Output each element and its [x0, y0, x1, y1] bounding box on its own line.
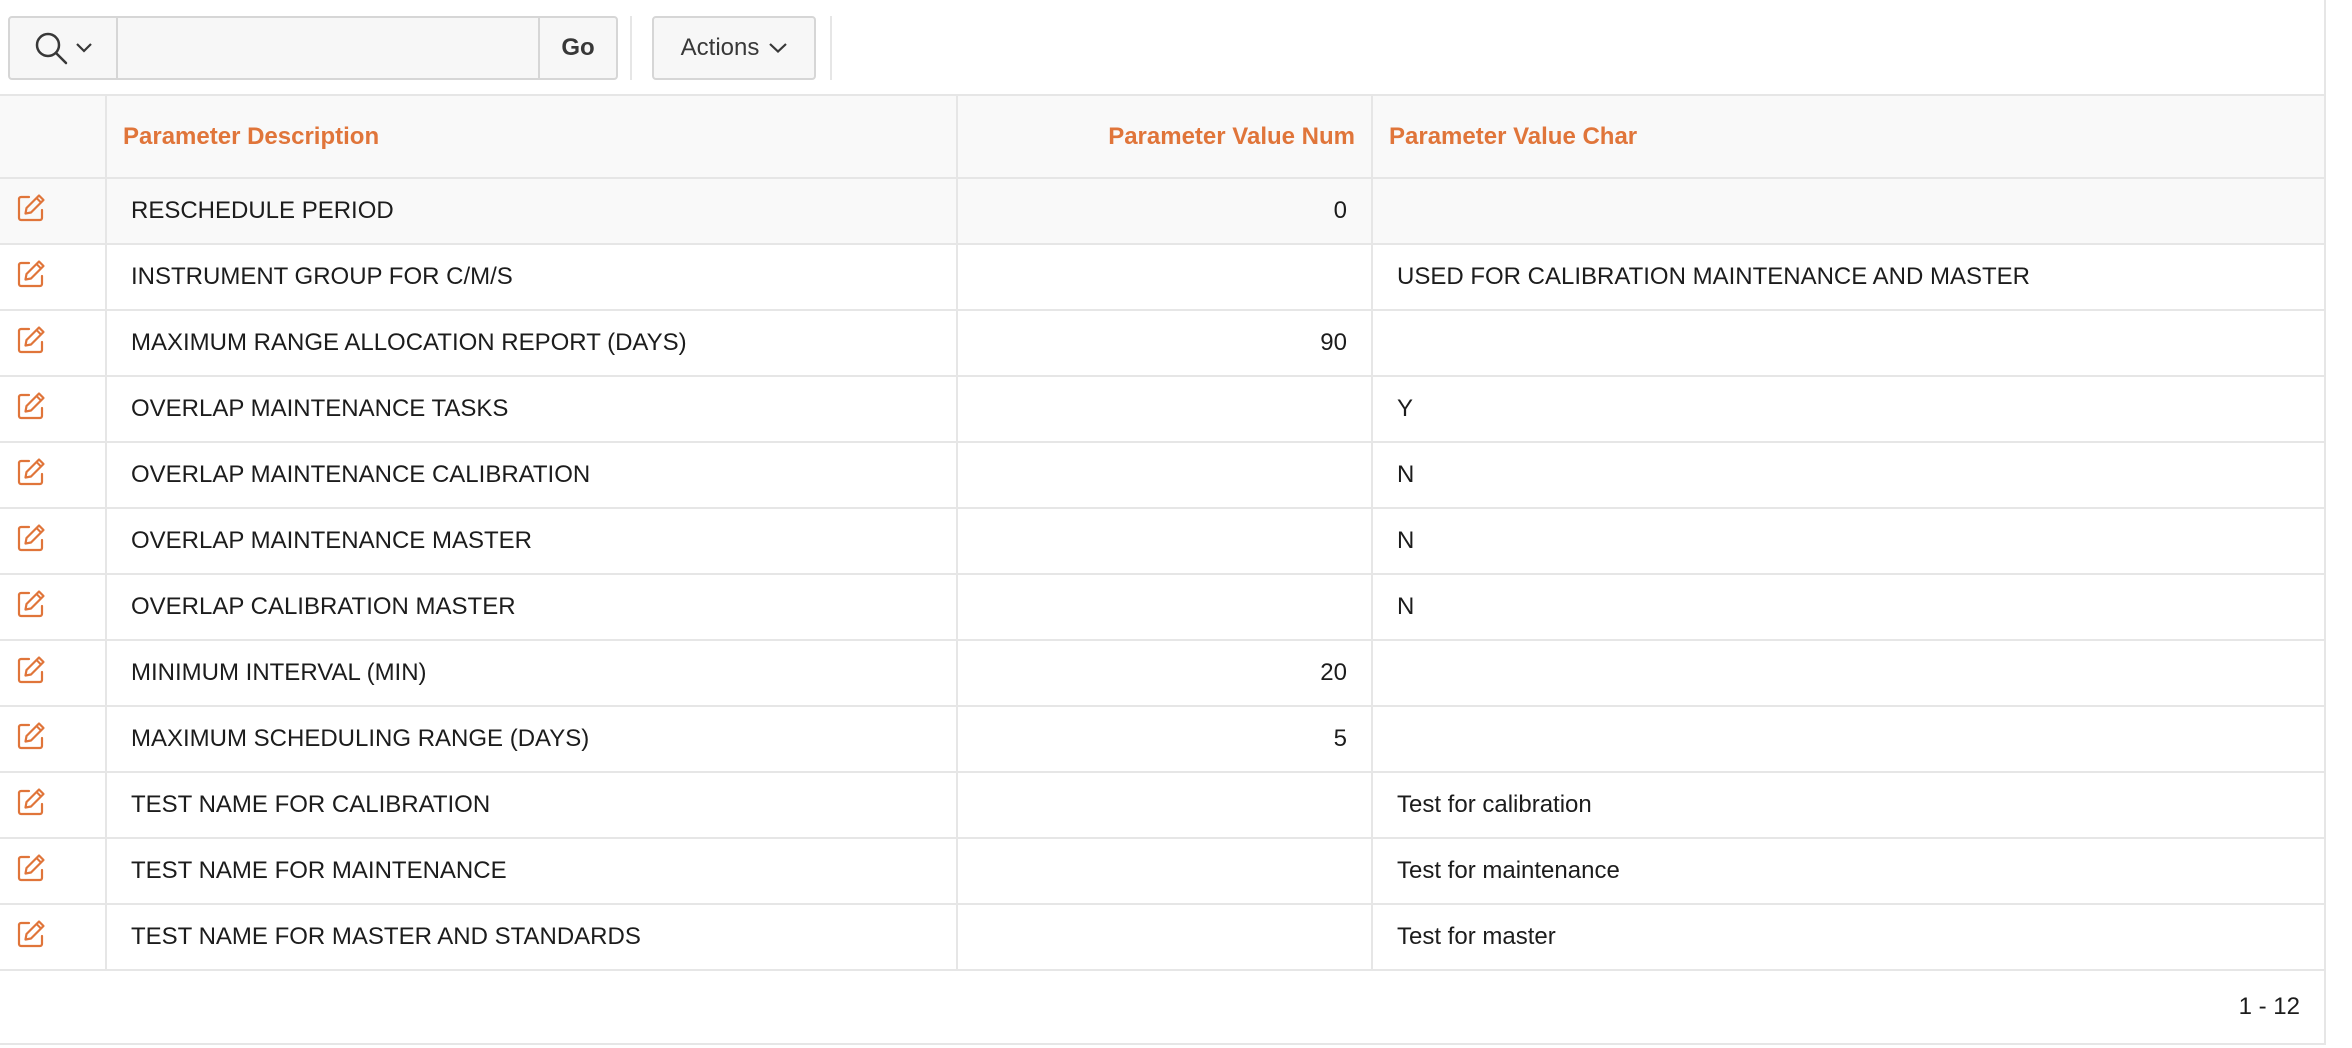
cell-parameter-value-num — [957, 244, 1373, 311]
cell-parameter-value-num — [957, 838, 1373, 905]
toolbar-divider — [830, 16, 832, 80]
table-row: OVERLAP MAINTENANCE CALIBRATION N — [0, 442, 2324, 509]
chevron-down-icon — [769, 43, 788, 53]
table-row: MINIMUM INTERVAL (MIN) 20 — [0, 640, 2324, 707]
search-icon — [34, 31, 68, 65]
edit-cell — [0, 376, 107, 443]
column-header-parameter-value-num[interactable]: Parameter Value Num — [957, 96, 1373, 179]
edit-icon[interactable] — [16, 325, 46, 355]
table-row: TEST NAME FOR CALIBRATION Test for calib… — [0, 772, 2324, 839]
column-header-parameter-value-char[interactable]: Parameter Value Char — [1372, 96, 2324, 179]
edit-icon[interactable] — [16, 193, 46, 223]
report-toolbar: Go Actions — [0, 0, 2324, 96]
cell-parameter-value-num: 90 — [957, 310, 1373, 377]
edit-cell — [0, 838, 107, 905]
cell-parameter-value-num — [957, 904, 1373, 971]
edit-cell — [0, 574, 107, 641]
cell-parameter-description: OVERLAP MAINTENANCE MASTER — [106, 508, 958, 575]
cell-parameter-value-char — [1372, 640, 2324, 707]
cell-parameter-description: OVERLAP CALIBRATION MASTER — [106, 574, 958, 641]
cell-parameter-value-char — [1372, 706, 2324, 773]
edit-icon[interactable] — [16, 853, 46, 883]
edit-cell — [0, 178, 107, 245]
edit-cell — [0, 640, 107, 707]
interactive-report: Go Actions Parameter Description Paramet… — [0, 0, 2326, 1045]
cell-parameter-value-char — [1372, 178, 2324, 245]
table-row: TEST NAME FOR MAINTENANCE Test for maint… — [0, 838, 2324, 905]
report-footer: 1 - 12 — [0, 971, 2324, 1045]
edit-cell — [0, 442, 107, 509]
search-group: Go — [8, 16, 618, 80]
search-column-selector[interactable] — [8, 16, 118, 80]
table-row: TEST NAME FOR MASTER AND STANDARDS Test … — [0, 904, 2324, 971]
cell-parameter-description: TEST NAME FOR MAINTENANCE — [106, 838, 958, 905]
cell-parameter-description: TEST NAME FOR CALIBRATION — [106, 772, 958, 839]
edit-icon[interactable] — [16, 655, 46, 685]
edit-icon[interactable] — [16, 787, 46, 817]
cell-parameter-description: TEST NAME FOR MASTER AND STANDARDS — [106, 904, 958, 971]
column-header-parameter-description[interactable]: Parameter Description — [106, 96, 958, 179]
cell-parameter-value-num — [957, 508, 1373, 575]
report-table: Parameter Description Parameter Value Nu… — [0, 96, 2324, 971]
pagination-range: 1 - 12 — [2238, 993, 2300, 1020]
edit-icon[interactable] — [16, 589, 46, 619]
table-row: OVERLAP MAINTENANCE TASKS Y — [0, 376, 2324, 443]
edit-cell — [0, 904, 107, 971]
cell-parameter-value-num — [957, 376, 1373, 443]
edit-cell — [0, 772, 107, 839]
edit-icon[interactable] — [16, 721, 46, 751]
edit-cell — [0, 706, 107, 773]
cell-parameter-description: OVERLAP MAINTENANCE TASKS — [106, 376, 958, 443]
edit-icon[interactable] — [16, 457, 46, 487]
cell-parameter-value-num — [957, 772, 1373, 839]
cell-parameter-description: INSTRUMENT GROUP FOR C/M/S — [106, 244, 958, 311]
cell-parameter-value-num: 5 — [957, 706, 1373, 773]
cell-parameter-value-char: Y — [1372, 376, 2324, 443]
cell-parameter-value-char — [1372, 310, 2324, 377]
cell-parameter-description: MINIMUM INTERVAL (MIN) — [106, 640, 958, 707]
cell-parameter-value-char: N — [1372, 442, 2324, 509]
cell-parameter-value-char: N — [1372, 508, 2324, 575]
table-row: MAXIMUM RANGE ALLOCATION REPORT (DAYS) 9… — [0, 310, 2324, 377]
actions-menu-button[interactable]: Actions — [652, 16, 816, 80]
edit-icon[interactable] — [16, 259, 46, 289]
go-button[interactable]: Go — [538, 16, 618, 80]
cell-parameter-value-char: N — [1372, 574, 2324, 641]
edit-cell — [0, 244, 107, 311]
edit-icon[interactable] — [16, 391, 46, 421]
chevron-down-icon — [76, 43, 92, 53]
table-row: OVERLAP MAINTENANCE MASTER N — [0, 508, 2324, 575]
edit-column-header — [0, 96, 107, 179]
table-row: INSTRUMENT GROUP FOR C/M/S USED FOR CALI… — [0, 244, 2324, 311]
search-input[interactable] — [118, 16, 538, 80]
edit-icon[interactable] — [16, 523, 46, 553]
edit-cell — [0, 310, 107, 377]
actions-label: Actions — [680, 34, 760, 61]
cell-parameter-value-char: Test for calibration — [1372, 772, 2324, 839]
table-header-row: Parameter Description Parameter Value Nu… — [0, 96, 2324, 179]
cell-parameter-value-char: USED FOR CALIBRATION MAINTENANCE AND MAS… — [1372, 244, 2324, 311]
table-row: MAXIMUM SCHEDULING RANGE (DAYS) 5 — [0, 706, 2324, 773]
cell-parameter-value-char: Test for maintenance — [1372, 838, 2324, 905]
cell-parameter-description: RESCHEDULE PERIOD — [106, 178, 958, 245]
table-row: RESCHEDULE PERIOD 0 — [0, 178, 2324, 245]
cell-parameter-description: MAXIMUM SCHEDULING RANGE (DAYS) — [106, 706, 958, 773]
cell-parameter-value-char: Test for master — [1372, 904, 2324, 971]
table-row: OVERLAP CALIBRATION MASTER N — [0, 574, 2324, 641]
edit-icon[interactable] — [16, 919, 46, 949]
cell-parameter-description: MAXIMUM RANGE ALLOCATION REPORT (DAYS) — [106, 310, 958, 377]
cell-parameter-value-num: 0 — [957, 178, 1373, 245]
cell-parameter-value-num — [957, 442, 1373, 509]
toolbar-divider — [630, 16, 632, 80]
edit-cell — [0, 508, 107, 575]
cell-parameter-value-num: 20 — [957, 640, 1373, 707]
cell-parameter-description: OVERLAP MAINTENANCE CALIBRATION — [106, 442, 958, 509]
cell-parameter-value-num — [957, 574, 1373, 641]
